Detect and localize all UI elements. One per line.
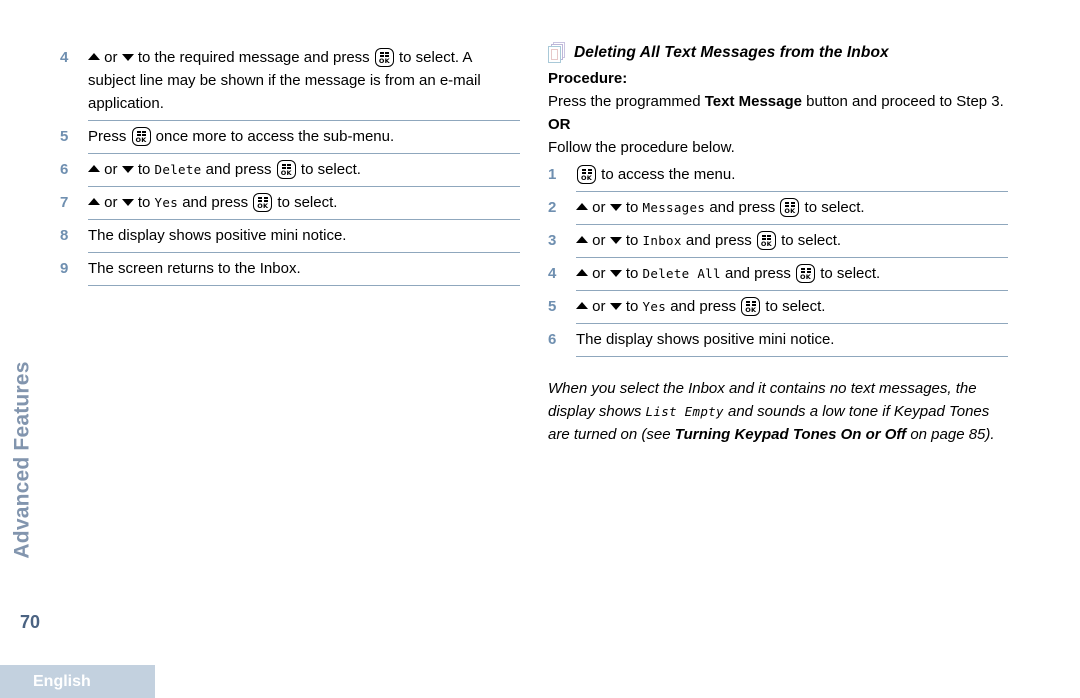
step-text: or to Yes and press OK to select. [576,291,1008,324]
step-text: or to Yes and press OK to select. [88,187,520,220]
step-number: 7 [60,194,69,211]
step-item: 5 Press OK once more to access the sub-me… [60,121,520,154]
arrow-up-icon [576,236,588,243]
display-text: List Empty [645,404,724,419]
display-text: Yes [154,195,179,210]
step-item: 1 OK to access the menu. [548,159,1008,192]
ok-menu-key-icon: OK [796,264,816,283]
arrow-up-icon [576,302,588,309]
ok-key-label: OK [378,56,390,65]
chapter-tab-label: Advanced Features [11,361,35,559]
step-text: or to Delete and press OK to select. [88,154,520,187]
arrow-up-icon [88,165,100,172]
step-text: or to the required message and press OK … [88,42,520,121]
arrow-up-icon [88,53,100,60]
chapter-tab: Advanced Features [0,330,46,590]
language-label: English [33,672,91,690]
ok-key-label: OK [745,305,757,314]
ok-menu-key-icon: OK [374,48,394,67]
step-item: 2 or to Messages and press OK to select. [548,192,1008,225]
step-item: 5 or to Yes and press OK to select. [548,291,1008,324]
step-item: 4 or to the required message and press O… [60,42,520,121]
procedure-label: Procedure: [548,70,628,87]
display-text: Inbox [642,233,682,248]
step-number: 6 [60,161,69,178]
arrow-down-icon [121,54,134,61]
step-text: Press OK once more to access the sub-men… [88,121,520,154]
section-heading: Deleting All Text Messages from the Inbo… [548,42,1008,63]
ok-key-label: OK [581,173,592,182]
right-step-list: 1 OK to access the menu. 2 or to Messages … [548,159,1008,357]
arrow-down-icon [121,199,134,206]
arrow-down-icon [609,237,622,244]
manual-page: Advanced Features 70 English 4 or to the… [0,0,1080,698]
procedure-intro-line: Press the programmed Text Message button… [548,93,1004,110]
ok-key-label: OK [800,272,812,281]
left-step-list: 4 or to the required message and press O… [60,42,520,286]
ok-key-label: OK [257,201,269,210]
or-label: OR [548,116,571,133]
step-text: OK to access the menu. [576,159,1008,192]
left-column: 4 or to the required message and press O… [60,42,520,286]
step-number: 3 [548,232,557,249]
step-text: or to Delete All and press OK to select. [576,258,1008,291]
ok-menu-key-icon: OK [741,297,761,316]
documents-icon [548,42,565,63]
display-text: Delete All [642,266,721,281]
ok-menu-key-icon: OK [756,231,776,250]
step-number: 8 [60,227,69,244]
step-number: 1 [548,166,557,183]
ok-menu-key-icon: OK [131,127,151,146]
step-number: 5 [548,298,557,315]
arrow-down-icon [121,166,134,173]
step-item: 6 The display shows positive mini notice. [548,324,1008,357]
step-number: 5 [60,128,69,145]
arrow-down-icon [609,303,622,310]
procedure-intro: Procedure: Press the programmed Text Mes… [548,67,1008,159]
arrow-down-icon [609,204,622,211]
arrow-up-icon [576,269,588,276]
step-number: 6 [548,331,557,348]
language-footer-bar: English [0,665,155,698]
ok-menu-key-icon: OK [276,160,296,179]
arrow-up-icon [576,203,588,210]
ok-menu-key-icon: OK [253,193,273,212]
step-text: or to Inbox and press OK to select. [576,225,1008,258]
step-number: 2 [548,199,557,216]
ok-key-label: OK [280,168,292,177]
step-item: 4 or to Delete All and press OK to selec… [548,258,1008,291]
ok-key-label: OK [135,135,147,144]
ok-key-label: OK [760,239,772,248]
step-item: 9 The screen returns to the Inbox. [60,253,520,286]
display-text: Yes [642,299,667,314]
step-text: The display shows positive mini notice. [576,324,1008,357]
emphasis-text: Text Message [704,93,802,110]
inbox-empty-note-text: When you select the Inbox and it contain… [548,380,995,443]
ok-key-label: OK [784,206,796,215]
right-column: Deleting All Text Messages from the Inbo… [548,42,1008,446]
step-text: or to Messages and press OK to select. [576,192,1008,225]
display-text: Messages [642,200,706,215]
arrow-down-icon [609,270,622,277]
follow-procedure-line: Follow the procedure below. [548,139,735,156]
ok-menu-key-icon: OK [577,165,596,184]
inbox-empty-note: When you select the Inbox and it contain… [548,377,1008,446]
step-item: 8 The display shows positive mini notice. [60,220,520,253]
step-text: The display shows positive mini notice. [88,220,520,253]
emphasis-text: Turning Keypad Tones On or Off [674,426,907,443]
step-number: 4 [548,265,557,282]
step-item: 3 or to Inbox and press OK to select. [548,225,1008,258]
step-item: 7 or to Yes and press OK to select. [60,187,520,220]
section-heading-text: Deleting All Text Messages from the Inbo… [574,43,889,61]
step-item: 6 or to Delete and press OK to select. [60,154,520,187]
step-number: 9 [60,260,69,277]
ok-menu-key-icon: OK [780,198,800,217]
display-text: Delete [154,162,202,177]
step-text: The screen returns to the Inbox. [88,253,520,286]
step-number: 4 [60,49,69,66]
page-number: 70 [20,612,41,632]
arrow-up-icon [88,198,100,205]
